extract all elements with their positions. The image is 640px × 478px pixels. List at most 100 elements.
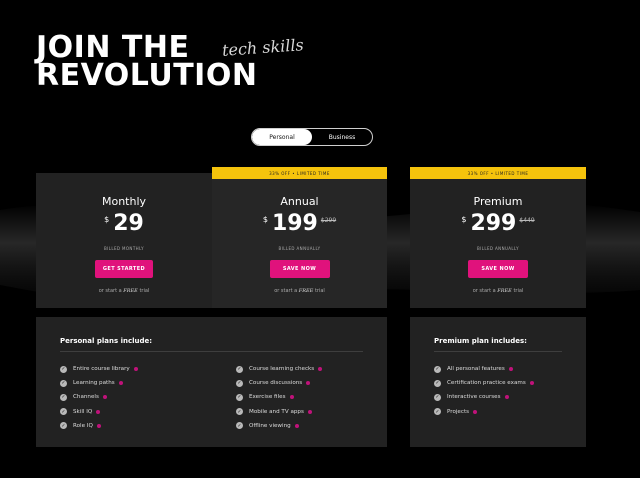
original-price: $299 — [320, 217, 337, 224]
info-icon[interactable] — [307, 409, 312, 414]
feature-item: ✓ Course discussions — [236, 376, 322, 390]
billing-period: BILLED ANNUALLY — [476, 246, 519, 251]
check-icon: ✓ — [236, 393, 243, 401]
feature-item: ✓ Mobile and TV apps — [236, 405, 322, 419]
check-icon: ✓ — [60, 393, 67, 401]
toggle-business[interactable]: Business — [312, 129, 372, 145]
check-icon: ✓ — [434, 379, 441, 387]
divider — [60, 351, 363, 352]
feature-item: ✓ Projects — [434, 405, 534, 419]
save-now-button-premium[interactable]: SAVE NOW — [468, 260, 528, 278]
feature-item: ✓ Skill IQ — [60, 405, 138, 419]
divider — [434, 351, 562, 352]
original-price: $449 — [519, 217, 535, 224]
check-icon: ✓ — [236, 365, 243, 373]
discount-ribbon: 33% OFF • LIMITED TIME — [212, 167, 387, 179]
check-icon: ✓ — [434, 408, 441, 416]
info-icon[interactable] — [133, 367, 138, 372]
panel-title: Personal plans include: — [60, 337, 153, 345]
feature-list-col1: ✓ Entire course library ✓ Learning paths ✓… — [60, 362, 138, 433]
price-amount: 199 — [271, 211, 318, 236]
free-trial-text[interactable]: or start a FREE trial — [212, 288, 387, 294]
trial-suffix: trial — [314, 288, 325, 294]
feature-label: Certification practice exams — [447, 380, 526, 387]
feature-list-premium: ✓ All personal features ✓ Certification pr… — [434, 362, 534, 419]
info-icon[interactable] — [294, 423, 299, 428]
feature-item: ✓ Interactive courses — [434, 390, 534, 404]
save-now-button-annual[interactable]: SAVE NOW — [269, 260, 330, 278]
trial-suffix: trial — [139, 288, 150, 294]
feature-item: ✓ All personal features — [434, 362, 534, 376]
trial-free[interactable]: FREE — [497, 288, 512, 294]
plan-card-premium: 33% OFF • LIMITED TIME Premium $ 299 $44… — [410, 167, 586, 308]
feature-label: All personal features — [447, 366, 505, 373]
plan-card-monthly: Monthly $ 29 BILLED MONTHLY GET STARTED … — [36, 173, 212, 308]
trial-prefix: or start a — [472, 288, 496, 294]
feature-list-col2: ✓ Course learning checks ✓ Course discussi… — [236, 362, 323, 433]
check-icon: ✓ — [60, 365, 67, 373]
plan-card-annual: 33% OFF • LIMITED TIME Annual $ 199 $299… — [212, 167, 387, 308]
check-icon: ✓ — [60, 422, 67, 430]
check-icon: ✓ — [236, 379, 243, 387]
get-started-button[interactable]: GET STARTED — [95, 260, 153, 278]
toggle-personal[interactable]: Personal — [252, 129, 312, 145]
hero-title-line2: REVOLUTION — [36, 58, 258, 93]
trial-prefix: or start a — [98, 288, 122, 294]
feature-label: Channels — [73, 394, 99, 401]
personal-features-panel: Personal plans include: ✓ Entire course l… — [36, 317, 387, 447]
currency-symbol: $ — [104, 215, 110, 224]
feature-item: ✓ Channels — [60, 390, 138, 404]
price-amount: 29 — [113, 211, 144, 236]
feature-label: Interactive courses — [447, 394, 501, 401]
panel-title: Premium plan includes: — [434, 337, 527, 345]
trial-free[interactable]: FREE — [123, 288, 138, 294]
price-amount: 299 — [470, 211, 517, 236]
feature-item: ✓ Entire course library — [60, 362, 138, 376]
info-icon[interactable] — [529, 381, 534, 386]
premium-features-panel: Premium plan includes: ✓ All personal fea… — [410, 317, 586, 447]
currency-symbol: $ — [262, 215, 268, 224]
info-icon[interactable] — [96, 423, 101, 428]
feature-item: ✓ Learning paths — [60, 376, 138, 390]
check-icon: ✓ — [60, 379, 67, 387]
trial-free[interactable]: FREE — [299, 288, 314, 294]
info-icon[interactable] — [289, 395, 294, 400]
info-icon[interactable] — [96, 409, 101, 414]
discount-ribbon: 33% OFF • LIMITED TIME — [410, 167, 586, 179]
check-icon: ✓ — [434, 393, 441, 401]
feature-item: ✓ Offline viewing — [236, 419, 322, 433]
info-icon[interactable] — [118, 381, 123, 386]
feature-item: ✓ Course learning checks — [236, 362, 323, 376]
info-icon[interactable] — [306, 381, 311, 386]
check-icon: ✓ — [60, 408, 67, 416]
check-icon: ✓ — [434, 365, 441, 373]
price-row: $ 299 $449 — [410, 211, 586, 237]
plan-name: Monthly — [101, 195, 147, 208]
info-icon[interactable] — [318, 367, 323, 372]
info-icon[interactable] — [473, 409, 478, 414]
plan-type-toggle[interactable]: Personal Business — [251, 128, 373, 146]
info-icon[interactable] — [508, 367, 513, 372]
feature-label: Course discussions — [249, 380, 303, 387]
info-icon[interactable] — [504, 395, 509, 400]
feature-label: Mobile and TV apps — [249, 408, 304, 415]
feature-label: Skill IQ — [73, 408, 93, 415]
feature-item: ✓ Exercise files — [236, 390, 322, 404]
feature-label: Entire course library — [73, 366, 130, 373]
feature-label: Exercise files — [249, 394, 286, 401]
info-icon[interactable] — [102, 395, 107, 400]
check-icon: ✓ — [236, 408, 243, 416]
feature-label: Offline viewing — [249, 422, 291, 429]
feature-item: ✓ Role IQ — [60, 419, 138, 433]
feature-label: Learning paths — [73, 380, 115, 387]
feature-label: Course learning checks — [249, 366, 315, 373]
plan-name: Premium — [473, 195, 523, 208]
feature-item: ✓ Certification practice exams — [434, 376, 534, 390]
trial-prefix: or start a — [274, 288, 298, 294]
billing-period: BILLED ANNUALLY — [278, 246, 321, 251]
free-trial-text[interactable]: or start a FREE trial — [36, 288, 212, 294]
billing-period: BILLED MONTHLY — [103, 246, 145, 251]
feature-label: Role IQ — [73, 422, 93, 429]
feature-label: Projects — [447, 408, 470, 415]
free-trial-text[interactable]: or start a FREE trial — [410, 288, 586, 294]
